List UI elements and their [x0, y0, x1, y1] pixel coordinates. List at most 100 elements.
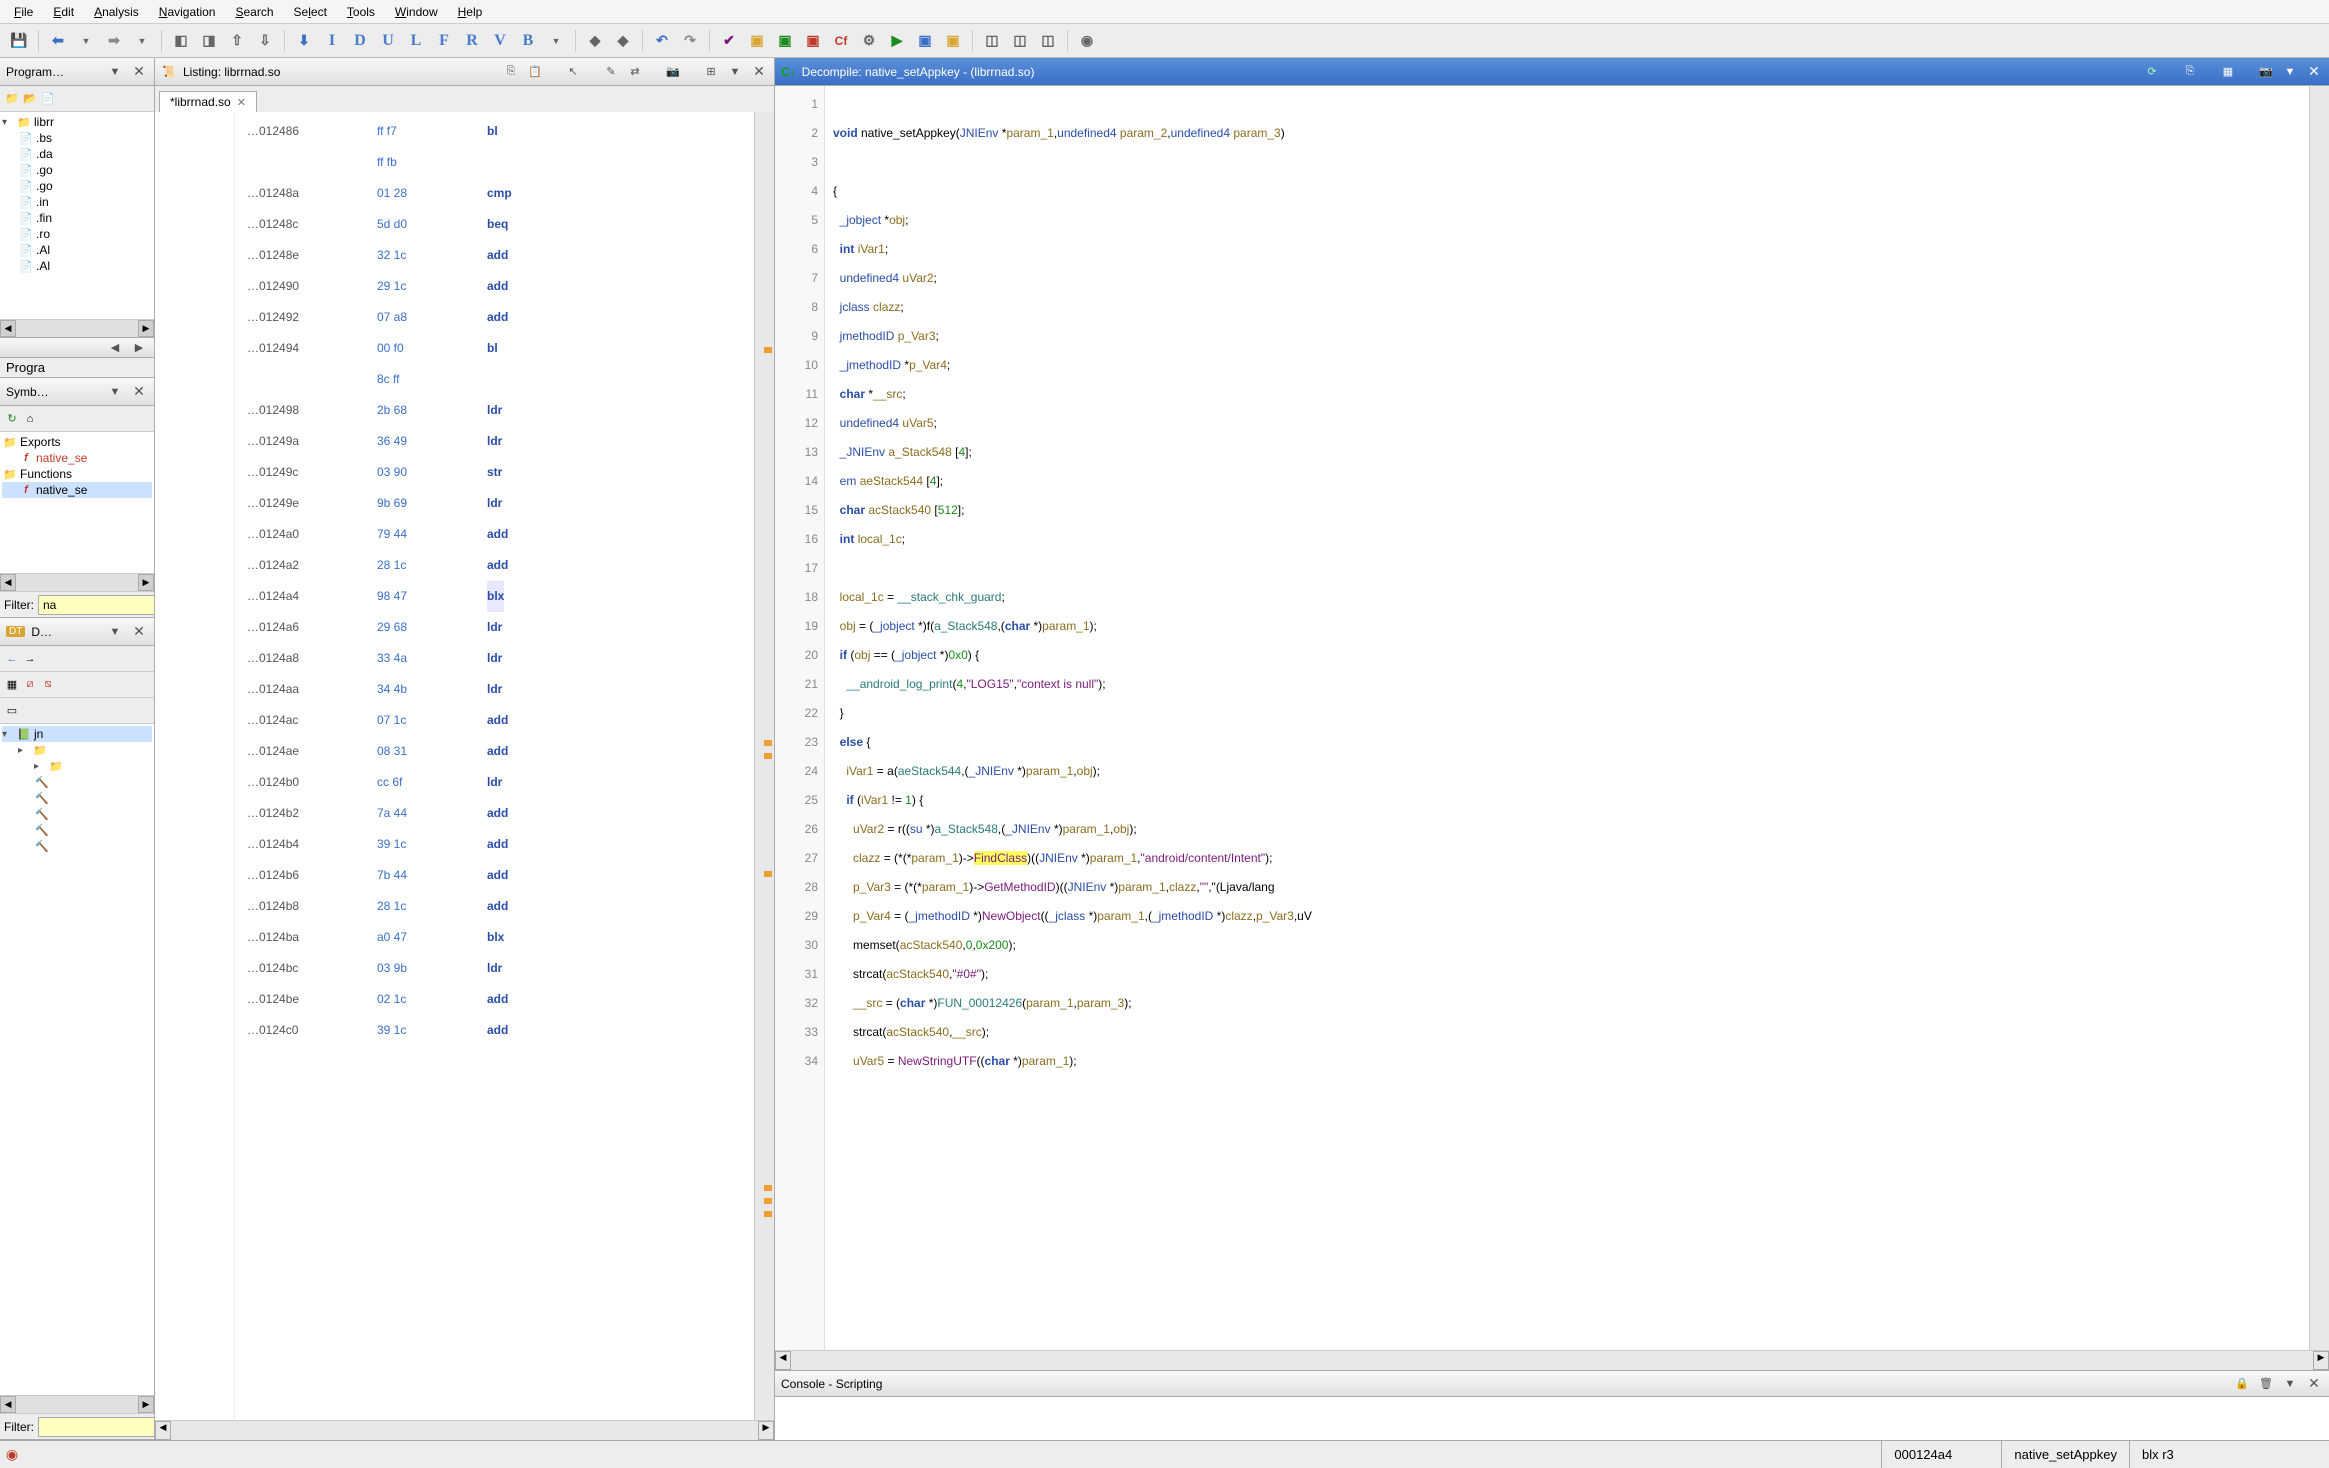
listing-line[interactable]: …0124982b 68ldr: [247, 395, 754, 426]
menu-help[interactable]: Help: [448, 3, 493, 21]
listing-copy-icon[interactable]: ⎘: [502, 63, 520, 81]
dropdown-icon[interactable]: ▼: [106, 63, 124, 81]
folder-open-icon[interactable]: 📂: [22, 92, 38, 106]
decompile-line[interactable]: uVar2 = r((su *)a_Stack548,(_JNIEnv *)pa…: [833, 815, 2301, 844]
type-d-button[interactable]: D: [347, 28, 373, 54]
listing-line[interactable]: …0124a629 68ldr: [247, 612, 754, 643]
menu-window[interactable]: Window: [385, 3, 448, 21]
listing-line[interactable]: …012486ff f7bl: [247, 116, 754, 147]
console-clear-icon[interactable]: 🗑: [2257, 1375, 2275, 1393]
tab-close-icon[interactable]: ✕: [237, 96, 246, 109]
decompile-export-icon[interactable]: ▦: [2219, 63, 2237, 81]
misc1-icon[interactable]: ◫: [979, 28, 1005, 54]
decompile-refresh-icon[interactable]: ⟳: [2143, 63, 2161, 81]
export-item[interactable]: native_se: [36, 451, 87, 465]
listing-edit-icon[interactable]: ✎: [602, 63, 620, 81]
listing-line[interactable]: …01249207 a8add: [247, 302, 754, 333]
progra-left-icon[interactable]: ◀: [106, 339, 124, 357]
listing-nav-icon[interactable]: ⊞: [702, 63, 720, 81]
listing-line[interactable]: …0124ae08 31add: [247, 736, 754, 767]
listing-line[interactable]: …01248e32 1cadd: [247, 240, 754, 271]
decompile-line[interactable]: strcat(acStack540,"#0#");: [833, 960, 2301, 989]
console-dropdown-icon[interactable]: ▼: [2281, 1375, 2299, 1393]
decompile-line[interactable]: if (obj == (_jobject *)0x0) {: [833, 641, 2301, 670]
decompile-line[interactable]: strcat(acStack540,__src);: [833, 1018, 2301, 1047]
listing-line[interactable]: …0124aa34 4bldr: [247, 674, 754, 705]
tree-item[interactable]: 📄.go: [2, 162, 152, 178]
listing-line[interactable]: …0124b0cc 6fldr: [247, 767, 754, 798]
type-l-button[interactable]: L: [403, 28, 429, 54]
gear-icon[interactable]: ⚙: [856, 28, 882, 54]
listing-line[interactable]: …01248a01 28cmp: [247, 178, 754, 209]
menu-edit[interactable]: Edit: [43, 3, 84, 21]
home-icon[interactable]: ⌂: [22, 412, 38, 426]
progra-right-icon[interactable]: ▶: [130, 339, 148, 357]
symbol-tree[interactable]: 📁Exports fnative_se 📁Functions fnative_s…: [0, 432, 154, 573]
decompile-line[interactable]: undefined4 uVar5;: [833, 409, 2301, 438]
listing-scrollbar[interactable]: [754, 112, 774, 1420]
listing-line[interactable]: …01249a36 49ldr: [247, 426, 754, 457]
decompile-line[interactable]: __android_log_print(4,"LOG15","context i…: [833, 670, 2301, 699]
decompile-scrollbar[interactable]: [2309, 86, 2329, 1350]
tree-item[interactable]: 📄.Al: [2, 242, 152, 258]
forward-dropdown-icon[interactable]: ▼: [129, 28, 155, 54]
decompile-line[interactable]: _JNIEnv a_Stack548 [4];: [833, 438, 2301, 467]
dropdown-icon[interactable]: ▼: [106, 623, 124, 641]
close-icon[interactable]: ✕: [130, 623, 148, 641]
listing-snapshot-icon[interactable]: 📷: [664, 63, 682, 81]
decompile-line[interactable]: [833, 148, 2301, 177]
menu-analysis[interactable]: Analysis: [84, 3, 149, 21]
decompile-line[interactable]: int iVar1;: [833, 235, 2301, 264]
tree-item[interactable]: 📄.da: [2, 146, 152, 162]
menu-navigation[interactable]: Navigation: [149, 3, 226, 21]
menu-select[interactable]: Select: [284, 3, 337, 21]
type-v-button[interactable]: V: [487, 28, 513, 54]
listing-close-icon[interactable]: ✕: [750, 63, 768, 81]
tree-item[interactable]: 📄.bs: [2, 130, 152, 146]
listing-line[interactable]: …01249c03 90str: [247, 457, 754, 488]
decompile-line[interactable]: jmethodID p_Var3;: [833, 322, 2301, 351]
folder-icon[interactable]: 📁: [4, 92, 20, 106]
tree-item[interactable]: 📄.fin: [2, 210, 152, 226]
up-icon[interactable]: ⇧: [224, 28, 250, 54]
prev-icon[interactable]: ◧: [168, 28, 194, 54]
listing-line[interactable]: …0124a498 47blx: [247, 581, 754, 612]
type-i-button[interactable]: I: [319, 28, 345, 54]
next-icon[interactable]: ◨: [196, 28, 222, 54]
forward-icon[interactable]: ➡: [101, 28, 127, 54]
tree-item[interactable]: 📄.Al: [2, 258, 152, 274]
decompile-copy-icon[interactable]: ⎘: [2181, 63, 2199, 81]
listing-line[interactable]: …0124c039 1cadd: [247, 1015, 754, 1046]
listing-line[interactable]: …0124baa0 47blx: [247, 922, 754, 953]
decompile-line[interactable]: char *__src;: [833, 380, 2301, 409]
dropdown-icon[interactable]: ▼: [106, 383, 124, 401]
tree-item[interactable]: 📄.go: [2, 178, 152, 194]
decompile-line[interactable]: }: [833, 699, 2301, 728]
decompile-line[interactable]: p_Var4 = (_jmethodID *)NewObject((_jclas…: [833, 902, 2301, 931]
decompile-line[interactable]: p_Var3 = (*(*param_1)->GetMethodID)((JNI…: [833, 873, 2301, 902]
filter3-icon[interactable]: ⧅: [40, 678, 56, 692]
box5-icon[interactable]: ▣: [940, 28, 966, 54]
listing-line[interactable]: …0124a228 1cadd: [247, 550, 754, 581]
listing-cursor-icon[interactable]: ↖: [564, 63, 582, 81]
data-type-tree[interactable]: ▾📗jn ▸📁 ▸📁 🔨 🔨 🔨 🔨 🔨: [0, 724, 154, 1395]
listing-line[interactable]: …0124ac07 1cadd: [247, 705, 754, 736]
back-dropdown-icon[interactable]: ▼: [73, 28, 99, 54]
listing-line[interactable]: …0124a079 44add: [247, 519, 754, 550]
listing-dropdown-icon[interactable]: ▼: [726, 63, 744, 81]
decompile-line[interactable]: local_1c = __stack_chk_guard;: [833, 583, 2301, 612]
fwd-small-icon[interactable]: →: [22, 652, 38, 666]
data-type-filter-input[interactable]: [38, 1417, 154, 1437]
refresh-icon[interactable]: ↻: [4, 412, 20, 426]
doc-icon[interactable]: 📄: [40, 92, 56, 106]
console-content[interactable]: [775, 1397, 2329, 1440]
decompile-line[interactable]: em aeStack544 [4];: [833, 467, 2301, 496]
decompile-line[interactable]: iVar1 = a(aeStack544,(_JNIEnv *)param_1,…: [833, 757, 2301, 786]
listing-tab[interactable]: *librrnad.so ✕: [159, 91, 257, 112]
decompile-line[interactable]: [833, 554, 2301, 583]
decompile-line[interactable]: [833, 90, 2301, 119]
mark2-icon[interactable]: ◆: [610, 28, 636, 54]
down-icon[interactable]: ⇩: [252, 28, 278, 54]
listing-line[interactable]: …0124b439 1cadd: [247, 829, 754, 860]
collapse-icon[interactable]: ▭: [4, 704, 20, 718]
